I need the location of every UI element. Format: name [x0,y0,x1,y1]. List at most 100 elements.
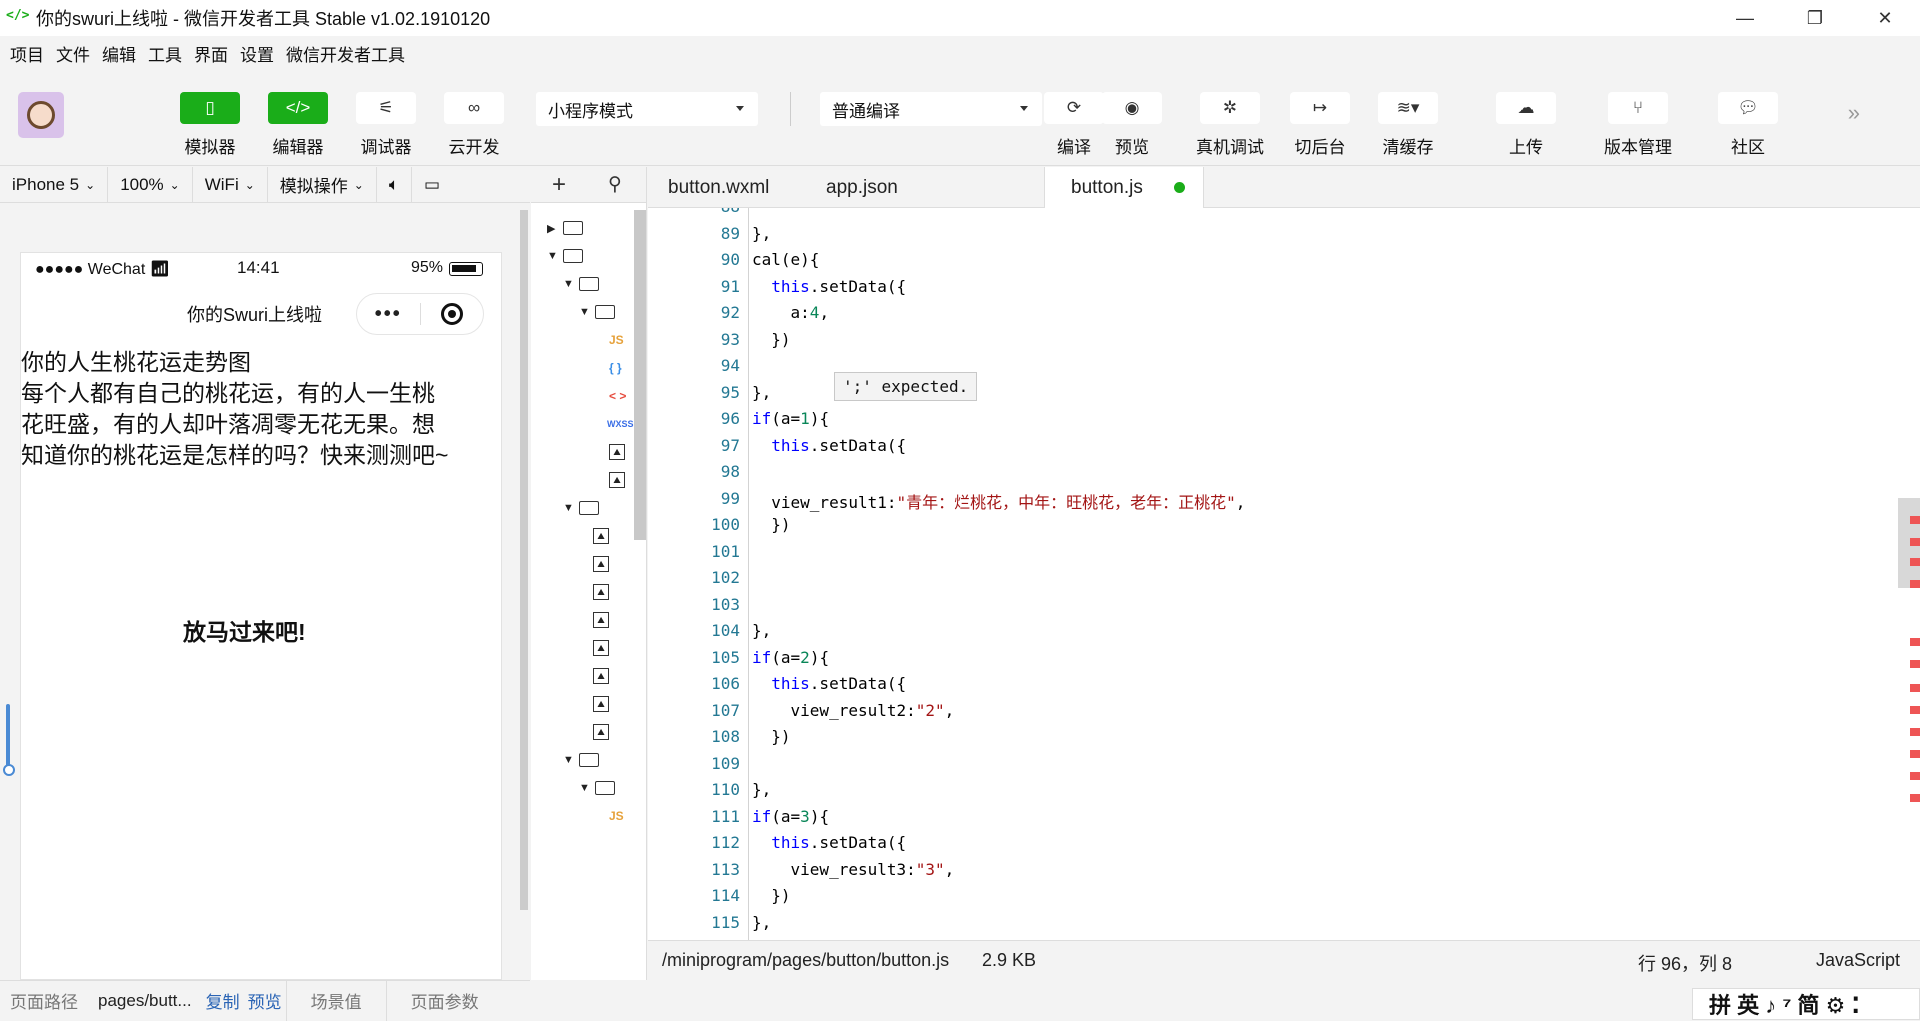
image-file-icon[interactable]: ⛰ [593,581,609,603]
restore-icon[interactable]: ❐ [1780,0,1850,36]
background-label: 切后台 [1294,138,1346,157]
menu-tools[interactable]: 工具 [148,39,182,68]
title-bar: </> 你的swuri上线啦 - 微信开发者工具 Stable v1.02.19… [0,0,1920,36]
scene-value-button[interactable]: 场景值 [285,980,386,1021]
clear-cache-button[interactable]: ≋▾ 清缓存 [1378,92,1438,158]
code-line: }, [752,621,772,640]
simulator-scrollbar[interactable] [520,210,528,910]
editor-scrollbar[interactable] [1898,208,1920,940]
preview-button[interactable]: ◉ 预览 [1102,92,1162,158]
operation-select[interactable]: 模拟操作 ⌄ [268,166,377,203]
add-file-icon[interactable]: + [531,171,587,199]
image-file-icon[interactable]: ⛰ [593,665,609,687]
remote-debug-button[interactable]: ✲ 真机调试 [1196,92,1264,158]
more-chevron-icon[interactable]: » [1848,100,1860,126]
close-icon[interactable]: ✕ [1850,0,1920,36]
menu-file[interactable]: 文件 [56,39,90,68]
copy-link[interactable]: 复制 [202,988,244,1013]
chevron-right-icon: ▶ [547,222,556,235]
tree-folder-open[interactable]: ▼ [563,497,599,519]
zoom-slider[interactable] [3,704,15,776]
tree-folder-open[interactable]: ▼ [563,273,599,295]
js-file-icon[interactable]: JS [609,805,624,827]
ime-toolbar[interactable]: 拼 英 ♪ ⁷ 简 ⚙ ⁚ [1692,988,1920,1020]
tab-button-js[interactable]: button.js [1044,167,1204,209]
file-path: /miniprogram/pages/button/button.js [662,950,950,970]
line-number: 90 [720,250,740,269]
line-number: 112 [711,833,740,852]
menu-edit[interactable]: 编辑 [102,39,136,68]
explorer-scrollbar[interactable] [634,210,646,540]
code-line: this.setData({ [771,276,907,296]
line-number: 93 [720,329,740,349]
search-icon[interactable]: ⚲ [587,173,643,196]
community-button[interactable]: 💬︎ 社区 [1718,92,1778,158]
window-mode-icon[interactable]: ▭ [412,167,452,203]
tree-folder-open[interactable]: ▼ [563,749,599,771]
image-file-icon[interactable]: ⛰ [609,469,625,491]
menu-project[interactable]: 项目 [10,39,44,68]
compile-button[interactable]: ⟳ 编译 [1044,92,1104,158]
start-test-button[interactable]: 放马过来吧! [183,613,306,647]
zoom-select[interactable]: 100% ⌄ [108,166,193,203]
avatar[interactable] [18,92,64,138]
preview-link[interactable]: 预览 [244,988,286,1013]
line-number: 111 [711,806,740,826]
code-line: this.setData({ [771,833,907,852]
js-file-icon[interactable]: JS [609,329,624,351]
upload-button[interactable]: ☁ 上传 [1496,92,1556,158]
tree-folder-open[interactable]: ▼ [579,777,615,799]
cloud-button[interactable]: ∞ 云开发 [444,92,504,158]
folder-open-icon [579,501,599,515]
line-number: 100 [711,515,740,534]
image-file-icon[interactable]: ⛰ [593,525,609,547]
tree-folder-collapsed[interactable]: ▶ [547,217,583,239]
menu-settings[interactable]: 设置 [240,39,274,68]
image-file-icon[interactable]: ⛰ [593,637,609,659]
image-file-icon[interactable]: ⛰ [609,441,625,463]
slider-knob[interactable] [3,764,15,776]
version-button[interactable]: ⑂ 版本管理 [1604,92,1672,158]
image-file-icon[interactable]: ⛰ [593,721,609,743]
language-mode[interactable]: JavaScript [1816,950,1900,971]
network-value: WiFi [204,174,239,194]
minimize-icon[interactable]: — [1710,0,1780,36]
mode-select[interactable]: 小程序模式 [536,92,758,126]
page-path-label: 页面路径 [10,993,78,1012]
tab-label: button.js [1071,177,1143,198]
cursor-position[interactable]: 行 96，列 8 [1638,950,1732,976]
sound-icon[interactable]: 🔈︎ [377,166,413,203]
image-file-icon[interactable]: ⛰ [593,609,609,631]
more-dots-icon[interactable]: ••• [357,303,420,326]
tree-folder-open[interactable]: ▼ [547,245,583,267]
device-select[interactable]: iPhone 5 ⌄ [0,166,109,203]
eye-icon: ◉ [1102,92,1162,124]
tab-button-wxml[interactable]: button.wxml [668,167,769,208]
chevron-down-icon: ⌄ [85,177,96,192]
image-file-icon[interactable]: ⛰ [593,693,609,715]
image-file-icon[interactable]: ⛰ [593,553,609,575]
wxss-file-icon[interactable]: WXSS [607,413,634,435]
code-editor[interactable]: 88 89 90 91 92 93 94 95 96 97 98 99 100 101 102 103 104 1… [648,208,1920,940]
debugger-button[interactable]: ⚟ 调试器 [356,92,416,158]
page-content: 你的人生桃花运走势图 每个人都有自己的桃花运，有的人一生桃 花旺盛，有的人却叶落… [21,347,491,471]
editor-button[interactable]: </> 编辑器 [268,92,328,158]
json-file-icon[interactable]: { } [609,357,622,379]
menu-devtools[interactable]: 微信开发者工具 [286,39,405,68]
background-button[interactable]: ↦ 切后台 [1290,92,1350,158]
compile-mode-select[interactable]: 普通编译 [820,92,1042,126]
tree-folder-open[interactable]: ▼ [579,301,615,323]
network-select[interactable]: WiFi ⌄ [193,166,268,203]
error-mark [1910,660,1920,668]
debugger-label: 调试器 [360,138,412,157]
version-label: 版本管理 [1604,138,1672,157]
wxml-file-icon[interactable]: < > [609,385,626,407]
menu-view[interactable]: 界面 [194,39,228,68]
tab-app-json[interactable]: app.json [826,167,898,208]
page-params-button[interactable]: 页面参数 [385,980,503,1021]
line-number: 102 [711,568,740,587]
phone-status-bar: ●●●●● WeChat 📶︎ 14:41 95% [21,253,503,283]
simulator-button[interactable]: ▯ 模拟器 [180,92,240,158]
close-target-icon[interactable] [421,303,484,325]
indent-guide [748,208,749,940]
